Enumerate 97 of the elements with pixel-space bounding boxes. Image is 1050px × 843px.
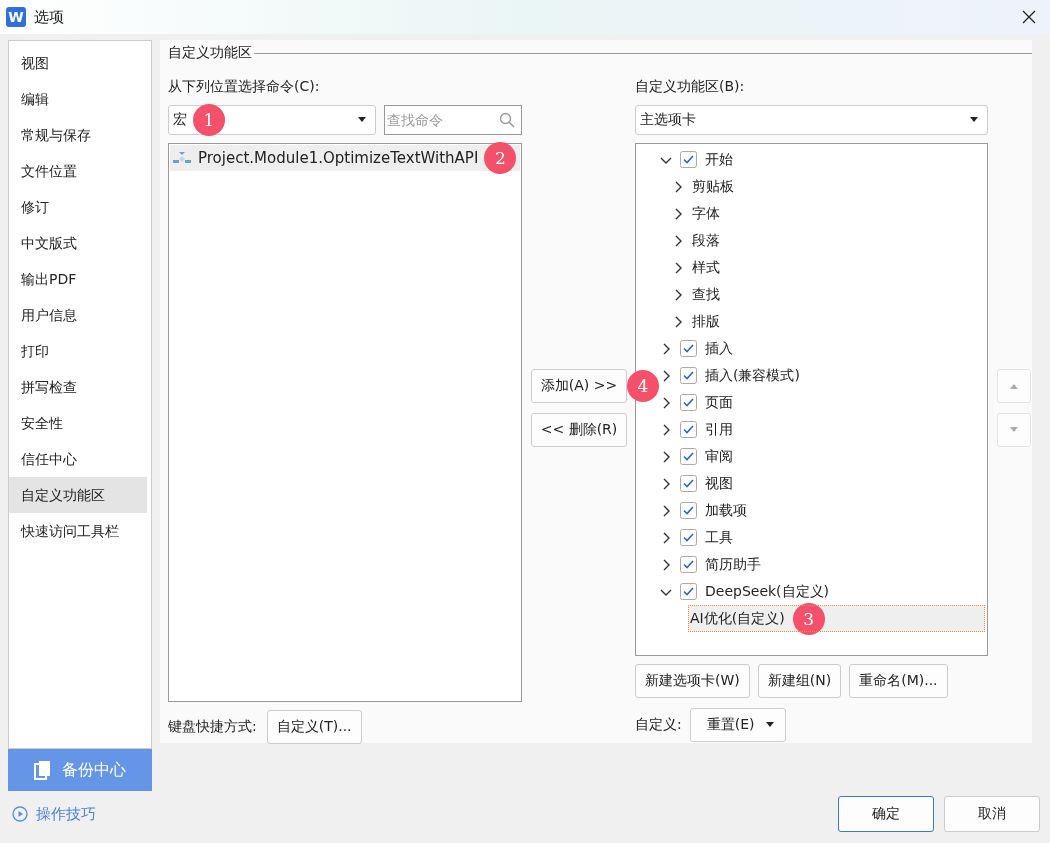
checkbox[interactable] — [680, 529, 697, 546]
sidebar-item[interactable]: 拼写检查 — [9, 369, 147, 405]
tab-name: 引用 — [705, 420, 733, 439]
sidebar-item[interactable]: 快速访问工具栏 — [9, 513, 147, 549]
number-badge: 3 — [792, 602, 825, 635]
tab-name: DeepSeek(自定义) — [705, 582, 830, 601]
ribbon-action-button[interactable]: 新建组(N) — [757, 664, 842, 698]
checkbox[interactable] — [680, 394, 697, 411]
dialog-button[interactable]: 确定 — [838, 796, 934, 832]
sidebar-item[interactable]: 中文版式 — [9, 225, 147, 261]
ribbon-label: 自定义功能区(B): — [635, 77, 746, 96]
tab-name: 视图 — [705, 474, 733, 493]
tree-item[interactable]: 字体 — [660, 200, 985, 227]
sidebar-item[interactable]: 安全性 — [9, 405, 147, 441]
shortcut-label: 键盘快捷方式: — [168, 718, 257, 736]
group-name: 排版 — [692, 312, 720, 331]
command-item[interactable]: Project.Module1.OptimizeTextWithAPI 2 — [170, 145, 520, 171]
tips-link[interactable]: 操作技巧 — [12, 804, 96, 824]
app-logo: W — [6, 7, 26, 27]
caret-icon — [357, 117, 367, 123]
tree-item[interactable]: 排版 — [660, 308, 985, 335]
sidebar-item[interactable]: 自定义功能区 — [9, 477, 147, 513]
group-name: AI优化(自定义) — [690, 609, 785, 628]
checkbox[interactable] — [680, 340, 697, 357]
tree-item[interactable]: 插入(兼容模式) — [660, 362, 985, 389]
ribbon-action-button[interactable]: 新建选项卡(W) — [635, 664, 750, 698]
group-name: 样式 — [692, 258, 720, 277]
group-name: 字体 — [692, 204, 720, 223]
tab-scope-dropdown[interactable]: 主选项卡 — [635, 105, 988, 135]
command-name: Project.Module1.OptimizeTextWithAPI — [198, 149, 479, 167]
search-field[interactable]: 查找命令 — [384, 105, 522, 135]
tree-item[interactable]: 加载项 — [660, 497, 985, 524]
checkbox[interactable] — [680, 556, 697, 573]
checkbox[interactable] — [680, 502, 697, 519]
tree-item[interactable]: 工具 — [660, 524, 985, 551]
tree-item[interactable]: 查找 — [660, 281, 985, 308]
commands-label: 从下列位置选择命令(C): — [168, 77, 321, 96]
macro-icon — [172, 150, 192, 166]
caret-icon — [764, 722, 775, 728]
search-icon — [499, 112, 515, 128]
tree-item[interactable]: AI优化(自定义) 3 — [688, 605, 985, 632]
tree-item[interactable]: 剪贴板 — [660, 173, 985, 200]
document-icon — [34, 760, 52, 781]
triangle-down-icon — [1009, 427, 1019, 433]
window-title: 选项 — [34, 7, 64, 27]
tree-item[interactable]: 页面 — [660, 389, 985, 416]
group-name: 段落 — [692, 231, 720, 250]
customize-label: 自定义: — [635, 716, 682, 734]
sidebar-item[interactable]: 编辑 — [9, 81, 147, 117]
tab-name: 开始 — [705, 150, 733, 169]
number-badge: 4 — [627, 370, 659, 402]
checkbox[interactable] — [680, 151, 697, 168]
tree-item[interactable]: 开始 — [660, 146, 985, 173]
group-name: 剪贴板 — [692, 177, 734, 196]
close-icon[interactable] — [1022, 10, 1036, 24]
tree-item[interactable]: 插入 — [660, 335, 985, 362]
tree-item[interactable]: 段落 — [660, 227, 985, 254]
caret-icon — [969, 117, 979, 123]
add-button[interactable]: 添加(A) >> — [531, 369, 627, 403]
checkbox[interactable] — [680, 421, 697, 438]
sidebar-item[interactable]: 修订 — [9, 189, 147, 225]
tab-name: 简历助手 — [705, 555, 761, 574]
sidebar-item[interactable]: 输出PDF — [9, 261, 147, 297]
tab-name: 工具 — [705, 528, 733, 547]
section-title: 自定义功能区 — [168, 44, 252, 62]
checkbox[interactable] — [680, 475, 697, 492]
tree-item[interactable]: 引用 — [660, 416, 985, 443]
checkbox[interactable] — [680, 367, 697, 384]
source-dropdown[interactable]: 宏 1 — [168, 105, 376, 135]
dialog-button[interactable]: 取消 — [944, 796, 1040, 832]
number-badge: 1 — [193, 104, 225, 136]
sidebar-item[interactable]: 视图 — [9, 45, 147, 81]
tab-name: 插入 — [705, 339, 733, 358]
sidebar-item[interactable]: 打印 — [9, 333, 147, 369]
sidebar-item[interactable]: 用户信息 — [9, 297, 147, 333]
tree-item[interactable]: DeepSeek(自定义) — [660, 578, 985, 605]
number-badge: 2 — [484, 142, 517, 174]
play-icon — [12, 806, 28, 822]
sidebar-item[interactable]: 文件位置 — [9, 153, 147, 189]
checkbox[interactable] — [680, 448, 697, 465]
checkbox[interactable] — [680, 583, 697, 600]
group-name: 查找 — [692, 285, 720, 304]
tab-name: 加载项 — [705, 501, 747, 520]
tree-item[interactable]: 样式 — [660, 254, 985, 281]
tree-item[interactable]: 视图 — [660, 470, 985, 497]
customize-button[interactable]: 自定义(T)... — [266, 710, 362, 744]
reset-button[interactable]: 重置(E) — [689, 708, 786, 742]
tab-name: 页面 — [705, 393, 733, 412]
triangle-up-icon — [1009, 383, 1019, 389]
remove-button[interactable]: << 删除(R) — [531, 413, 627, 447]
tree-item[interactable]: 简历助手 — [660, 551, 985, 578]
tree-item[interactable]: 审阅 — [660, 443, 985, 470]
sidebar-item[interactable]: 常规与保存 — [9, 117, 147, 153]
tab-name: 审阅 — [705, 447, 733, 466]
ribbon-action-button[interactable]: 重命名(M)... — [849, 664, 948, 698]
tab-name: 插入(兼容模式) — [705, 366, 800, 385]
sidebar-item[interactable]: 信任中心 — [9, 441, 147, 477]
